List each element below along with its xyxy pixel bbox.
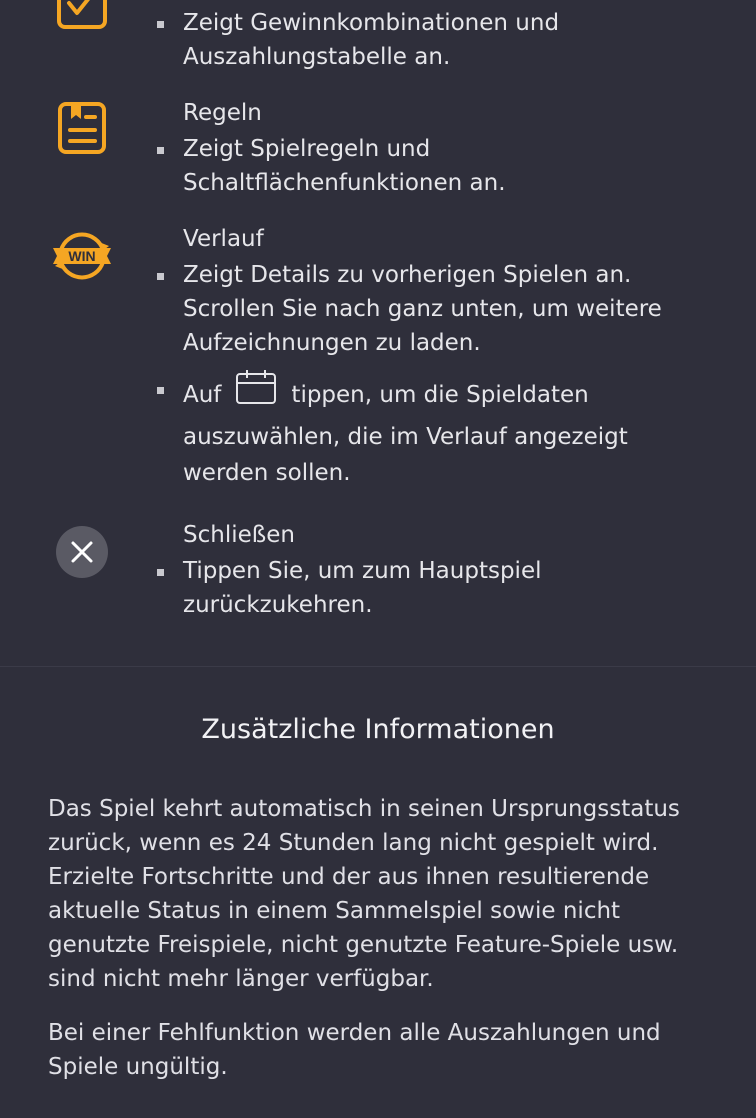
- additional-info-paragraph-1: Das Spiel kehrt automatisch in seinen Ur…: [48, 796, 680, 992]
- history-win-icon: WIN: [50, 224, 114, 288]
- close-title: Schließen: [183, 522, 295, 548]
- close-icon: [50, 520, 114, 584]
- rules-title: Regeln: [183, 100, 262, 126]
- rules-icon: [50, 96, 114, 160]
- calendar-icon: [235, 369, 277, 416]
- paytable-description: Zeigt Gewinnkombinationen und Auszahlung…: [157, 6, 716, 74]
- rules-description: Zeigt Spielregeln und Schaltflächenfunkt…: [157, 132, 716, 200]
- history-calendar-hint: Auf tippen, um die Spieldaten auszuwähle…: [157, 369, 716, 491]
- paytable-icon: [50, 0, 114, 34]
- history-description: Zeigt Details zu vorherigen Spielen an. …: [157, 258, 716, 360]
- calendar-hint-before: Auf: [183, 382, 222, 408]
- history-title: Verlauf: [183, 226, 264, 252]
- section-divider: [0, 666, 756, 667]
- additional-info-title: Zusätzliche Informationen: [201, 714, 555, 745]
- close-description: Tippen Sie, um zum Hauptspiel zurückzuke…: [157, 554, 716, 622]
- additional-info-paragraph-2: Bei einer Fehlfunktion werden alle Ausza…: [48, 1020, 661, 1080]
- win-icon-label: WIN: [68, 248, 95, 264]
